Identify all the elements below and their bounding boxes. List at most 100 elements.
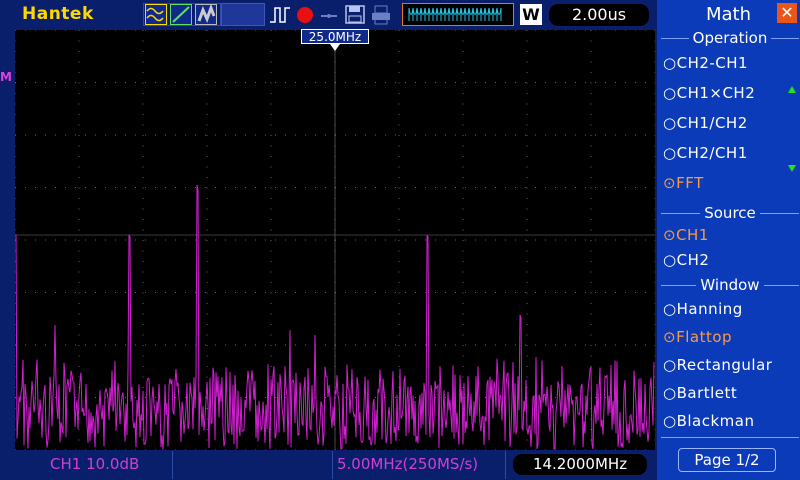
- option-hanning[interactable]: ○Hanning: [663, 300, 743, 318]
- grid-dot: [590, 30, 592, 31]
- grid-dot: [275, 239, 276, 241]
- grid-dot: [265, 82, 266, 83]
- grid-dot: [78, 282, 80, 283]
- grid-dot: [545, 134, 546, 136]
- grid-dot: [206, 282, 208, 283]
- grid-dot: [142, 166, 144, 168]
- grid-dot: [445, 187, 446, 188]
- grid-dot: [155, 344, 156, 346]
- record-icon[interactable]: [294, 4, 316, 25]
- grid-dot: [645, 187, 646, 188]
- grid-dot: [35, 82, 36, 83]
- grid-dot: [142, 292, 144, 294]
- grid-dot: [605, 134, 606, 136]
- grid-dot: [78, 72, 80, 73]
- option-blackman[interactable]: ○Blackman: [663, 412, 755, 430]
- grid-dot: [15, 51, 16, 52]
- grid-dot: [654, 40, 655, 42]
- grid-dot: [535, 239, 536, 241]
- waveform-icon[interactable]: [145, 4, 167, 25]
- grid-dot: [462, 103, 464, 105]
- page-button[interactable]: Page 1/2: [678, 448, 776, 472]
- grid-dot: [590, 271, 592, 273]
- grid-dot: [435, 134, 436, 136]
- grid-dot: [295, 239, 296, 241]
- option-ch1-times-ch2[interactable]: ○CH1×CH2: [663, 84, 755, 102]
- grid-dot: [225, 187, 226, 188]
- grid-dot: [455, 292, 456, 293]
- grid-dot: [565, 292, 566, 293]
- grid-dot: [135, 292, 136, 293]
- memory-waveform-view[interactable]: [402, 3, 514, 26]
- grid-dot: [485, 82, 486, 83]
- grid-dot: [526, 250, 528, 252]
- grid-dot: [625, 187, 626, 188]
- grid-dot: [155, 82, 156, 83]
- grid-dot: [395, 30, 396, 31]
- option-ch2-div-ch1[interactable]: ○CH2/CH1: [663, 144, 748, 162]
- option-ch1-div-ch2[interactable]: ○CH1/CH2: [663, 114, 748, 132]
- option-bartlett[interactable]: ○Bartlett: [663, 384, 737, 402]
- printer-icon[interactable]: [370, 4, 392, 25]
- grid-dot: [75, 397, 76, 398]
- grid-dot: [590, 187, 592, 189]
- scroll-down-icon[interactable]: [788, 165, 796, 172]
- close-icon[interactable]: ✕: [777, 3, 797, 23]
- grid-dot: [398, 93, 400, 94]
- grid-dot: [462, 376, 464, 378]
- grid-dot: [115, 134, 116, 136]
- grid-dot: [365, 187, 366, 188]
- grid-dot: [415, 30, 416, 31]
- grid-dot: [445, 344, 446, 346]
- grid-dot: [135, 344, 136, 346]
- frequency-marker-label[interactable]: 25.0MHz: [301, 29, 369, 44]
- grid-dot: [526, 198, 528, 199]
- grid-dot: [555, 239, 556, 241]
- option-source-ch2[interactable]: ○CH2: [663, 251, 709, 269]
- option-ch2-minus-ch1[interactable]: ○CH2-CH1: [663, 54, 748, 72]
- grid-dot: [206, 61, 208, 63]
- grid-dot: [505, 187, 506, 188]
- option-source-ch1[interactable]: ⊙CH1: [663, 226, 709, 244]
- grid-dot: [95, 397, 96, 398]
- grid-dot: [15, 429, 16, 430]
- option-fft[interactable]: ⊙FFT: [663, 174, 704, 192]
- grid-dot: [245, 292, 246, 293]
- grid-dot: [285, 344, 286, 346]
- grid-dot: [455, 30, 456, 31]
- grid-dot: [654, 51, 655, 52]
- grid-dot: [526, 439, 528, 441]
- grid-dot: [445, 397, 446, 398]
- grid-dot: [78, 271, 80, 273]
- grid-dot: [462, 156, 464, 157]
- grid-dot: [526, 72, 528, 73]
- grid-dot: [385, 344, 386, 346]
- grid-dot: [142, 72, 144, 73]
- grid-dot: [415, 82, 416, 83]
- grid-dot: [15, 418, 16, 420]
- persistence-icon[interactable]: [195, 4, 217, 25]
- waveform-display[interactable]: [15, 30, 655, 450]
- grid-dot: [15, 324, 16, 325]
- grid-dot: [15, 103, 16, 105]
- grid-dot: [15, 177, 16, 178]
- grid-dot: [135, 82, 136, 83]
- option-label: CH1: [676, 226, 709, 244]
- grid-dot: [206, 418, 208, 420]
- save-icon[interactable]: [344, 4, 366, 25]
- xy-mode-icon[interactable]: [170, 4, 192, 25]
- option-flattop[interactable]: ⊙Flattop: [663, 328, 732, 346]
- option-label: Bartlett: [676, 384, 738, 402]
- grid-dot: [425, 292, 426, 293]
- grid-dot: [385, 239, 386, 241]
- grid-dot: [105, 134, 106, 136]
- grid-dot: [575, 239, 576, 241]
- grid-dot: [195, 30, 196, 31]
- grid-dot: [345, 344, 346, 346]
- grid-dot: [526, 145, 528, 147]
- grid-dot: [206, 208, 208, 210]
- option-rectangular[interactable]: ○Rectangular: [663, 356, 772, 374]
- grid-dot: [206, 355, 208, 357]
- grid-dot: [485, 397, 486, 398]
- scroll-up-icon[interactable]: [788, 86, 796, 93]
